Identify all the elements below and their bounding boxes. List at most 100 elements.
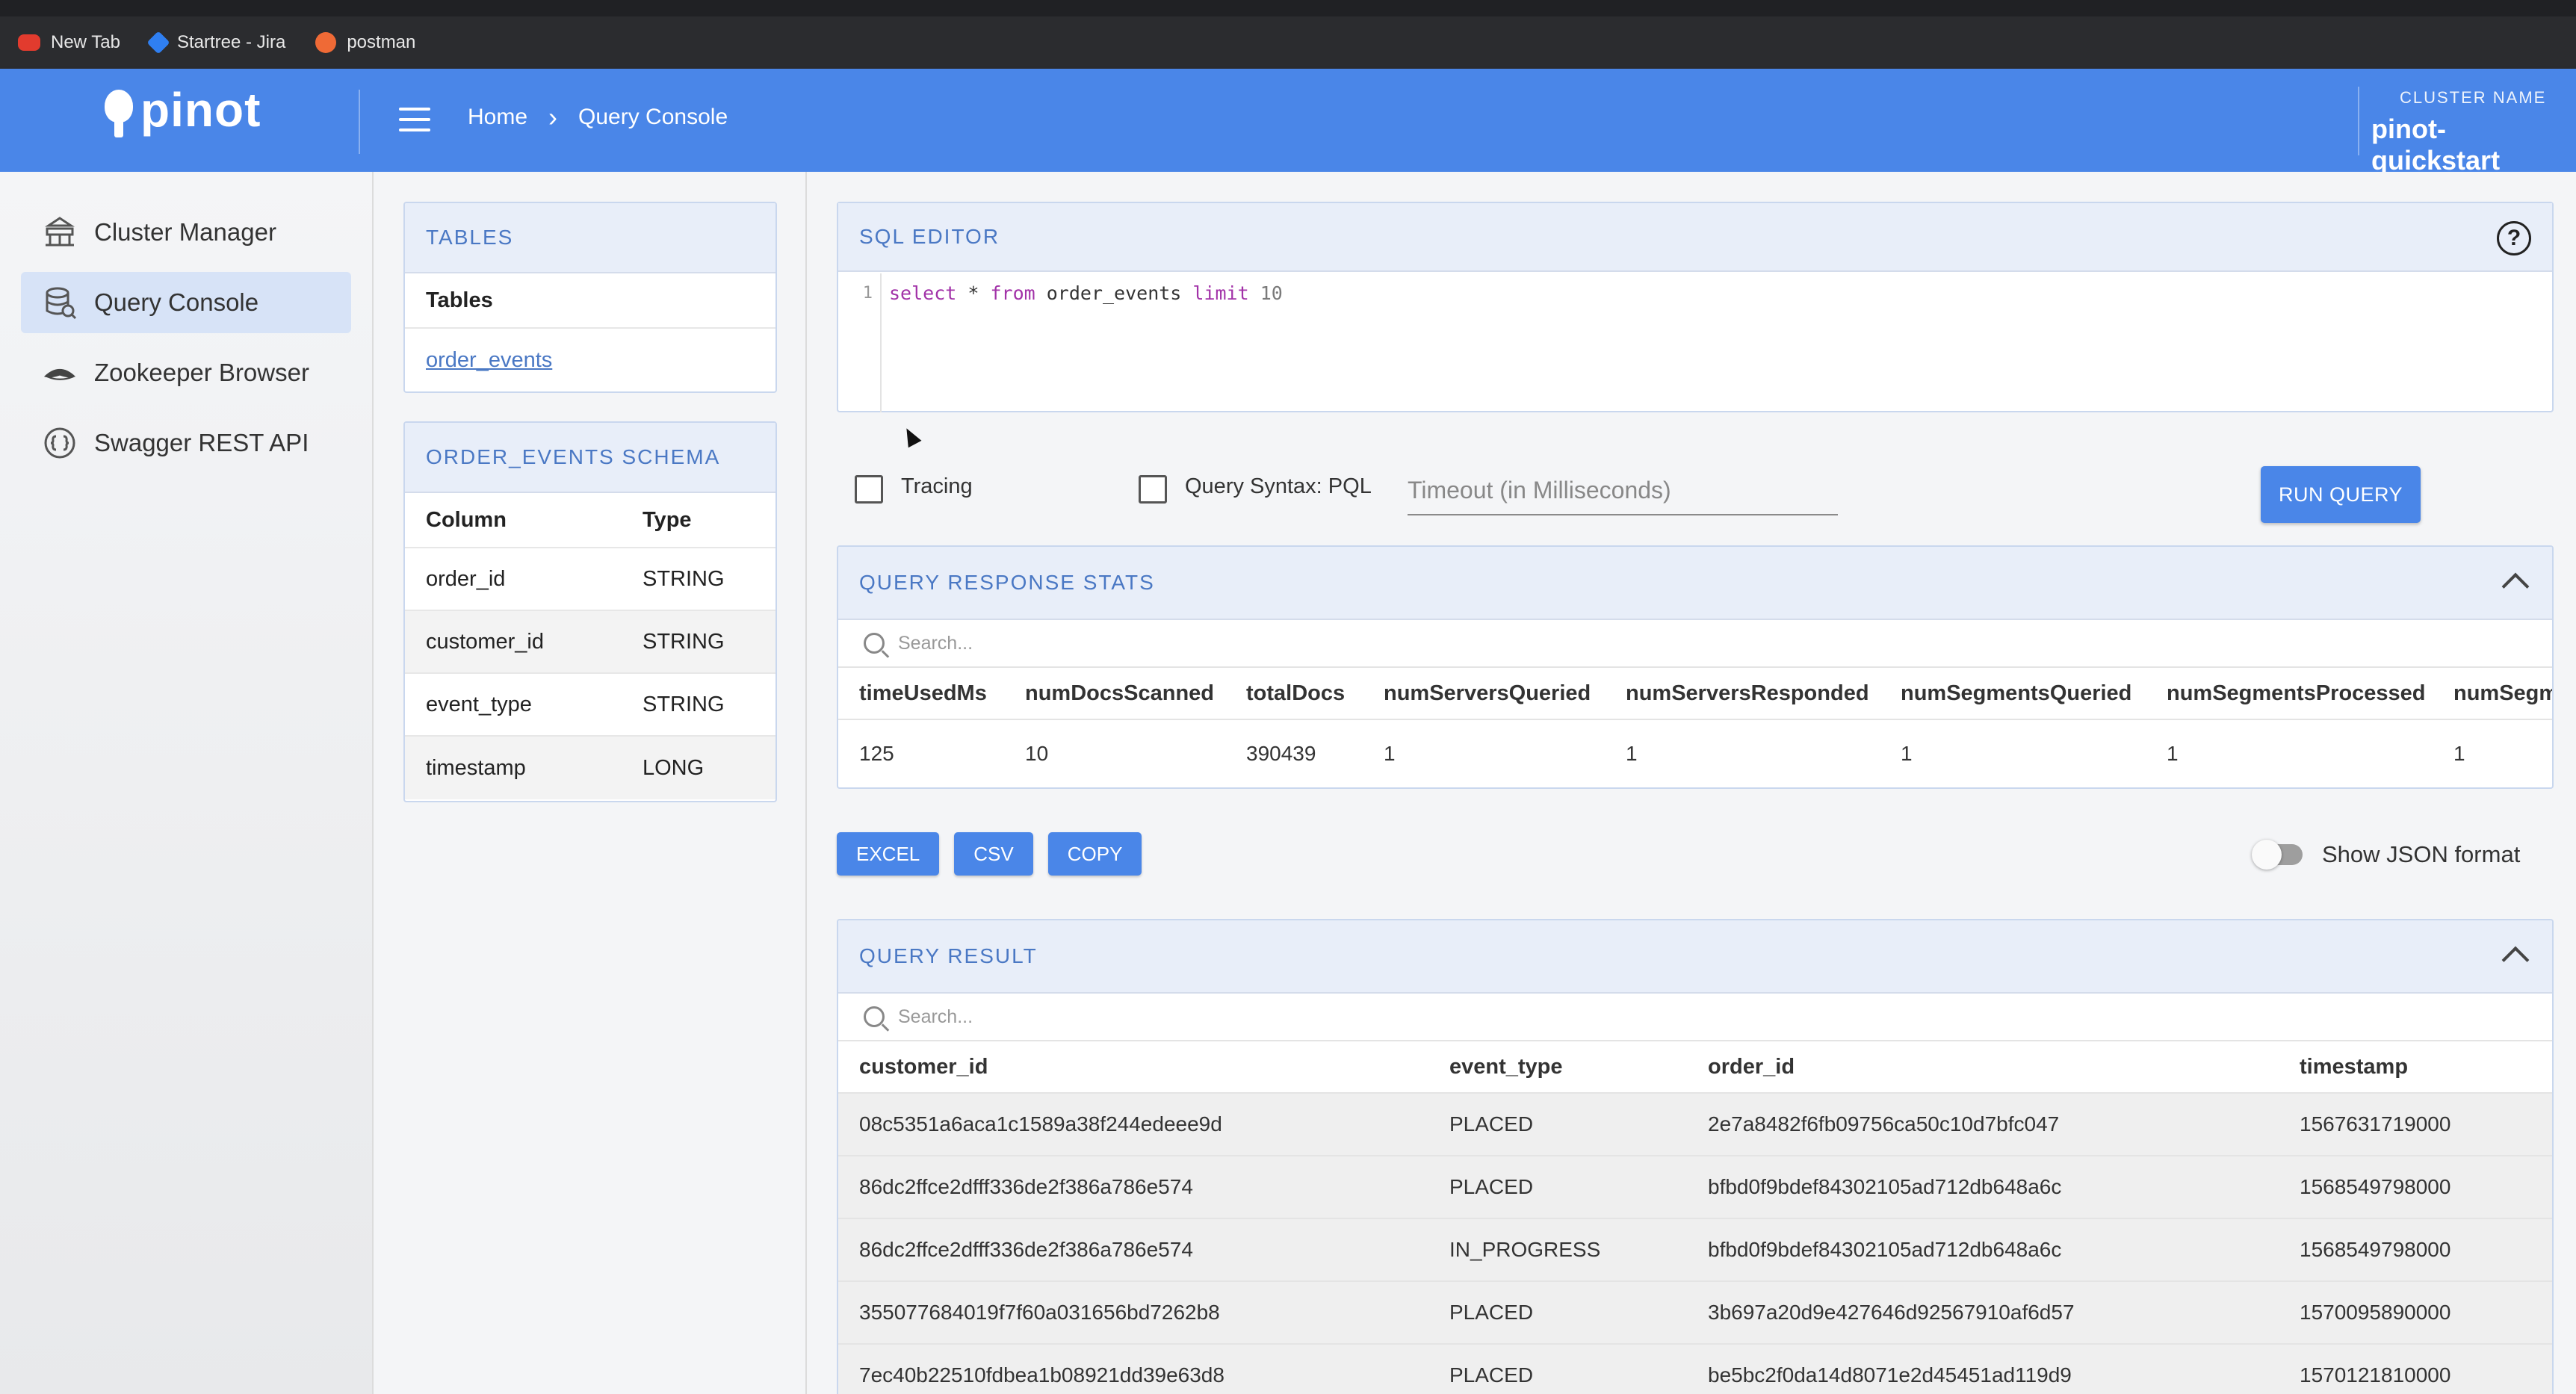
- browser-address-bar: [0, 0, 2576, 16]
- result-cell: 1568549798000: [2300, 1175, 2451, 1198]
- result-header[interactable]: order_id: [1687, 1055, 2279, 1079]
- stats-header: numServersResponded: [1626, 681, 1869, 705]
- cluster-icon: [42, 214, 78, 250]
- pinot-logo-icon: [102, 85, 136, 139]
- tables-panel: TABLES Tables order_events: [403, 202, 777, 393]
- result-header[interactable]: timestamp: [2279, 1055, 2548, 1079]
- query-result-panel: QUERY RESULT Search... customer_id event…: [837, 919, 2554, 1394]
- sidebar-item-cluster-manager[interactable]: Cluster Manager: [21, 202, 351, 263]
- bookmark-label: New Tab: [51, 32, 120, 52]
- stats-header: totalDocs: [1246, 681, 1346, 705]
- breadcrumb: Home › Query Console: [468, 102, 728, 132]
- logo-text: pinot: [140, 83, 261, 137]
- header-divider: [359, 90, 360, 154]
- table-row: customer_id STRING: [405, 611, 775, 674]
- result-cell: 3b697a20d9e427646d92567910af6d57: [1708, 1301, 2075, 1324]
- stats-header: numSegmentsProcessed: [2167, 681, 2426, 705]
- stats-header: timeUsedMs: [859, 681, 987, 705]
- chevron-up-icon[interactable]: [2501, 946, 2530, 974]
- schema-column-type: STRING: [643, 629, 725, 654]
- stats-header-row: timeUsedMs numDocsScanned totalDocs numS…: [838, 668, 2552, 720]
- result-cell: be5bc2f0da14d8071e2d45451ad119d9: [1708, 1363, 2072, 1387]
- schema-column-name: customer_id: [426, 629, 544, 654]
- table-link-order-events[interactable]: order_events: [426, 348, 552, 373]
- sidebar-item-label: Cluster Manager: [94, 218, 276, 246]
- tracing-checkbox[interactable]: Tracing: [855, 474, 973, 504]
- toggle-switch[interactable]: [2252, 840, 2303, 870]
- bookmark-new-tab[interactable]: New Tab: [18, 32, 120, 53]
- schema-column-name: timestamp: [426, 755, 526, 780]
- sidebar-item-zookeeper-browser[interactable]: Zookeeper Browser: [21, 342, 351, 403]
- stats-value: 1: [2453, 742, 2465, 765]
- timeout-input[interactable]: Timeout (in Milliseconds): [1408, 471, 1838, 515]
- help-icon[interactable]: ?: [2497, 221, 2531, 255]
- breadcrumb-home[interactable]: Home: [468, 105, 527, 130]
- pql-label: Query Syntax: PQL: [1185, 474, 1372, 498]
- schema-column-type: LONG: [643, 755, 705, 780]
- tables-column: TABLES Tables order_events ORDER_EVENTS …: [374, 172, 807, 1394]
- table-row: order_id STRING: [405, 548, 775, 611]
- result-header[interactable]: customer_id: [838, 1055, 1428, 1079]
- pql-checkbox[interactable]: Query Syntax: PQL: [1139, 474, 1372, 504]
- chevron-up-icon[interactable]: [2501, 572, 2530, 601]
- result-cell: 1568549798000: [2300, 1238, 2451, 1261]
- search-icon: [864, 633, 885, 654]
- sidebar-item-query-console[interactable]: Query Console: [21, 272, 351, 333]
- schema-column-type: STRING: [643, 692, 725, 716]
- breadcrumb-current: Query Console: [578, 105, 728, 129]
- panel-title: QUERY RESPONSE STATS: [859, 571, 1155, 594]
- tracing-label: Tracing: [901, 474, 973, 498]
- stats-header: numServersQueried: [1384, 681, 1591, 705]
- table-row: 86dc2ffce2dfff336de2f386a786e574 PLACED …: [838, 1156, 2552, 1219]
- query-response-stats-panel: QUERY RESPONSE STATS Search... timeUsedM…: [837, 545, 2554, 789]
- json-toggle-label: Show JSON format: [2322, 841, 2521, 867]
- result-cell: 355077684019f7f60a031656bd7262b8: [859, 1301, 1220, 1324]
- copy-button[interactable]: COPY: [1047, 832, 1142, 876]
- result-cell: 1570121810000: [2300, 1363, 2451, 1387]
- zookeeper-icon: [42, 355, 78, 391]
- table-row[interactable]: order_events: [405, 329, 775, 391]
- sql-code-input[interactable]: select * from order_events limit 10: [889, 282, 1283, 304]
- sidebar-item-label: Zookeeper Browser: [94, 359, 309, 386]
- schema-column-name: order_id: [426, 566, 506, 591]
- checkbox-icon[interactable]: [855, 475, 883, 504]
- sidebar-item-swagger-rest-api[interactable]: Swagger REST API: [21, 412, 351, 474]
- result-cell: bfbd0f9bdef84302105ad712db648a6c: [1708, 1175, 2062, 1198]
- bookmarks-bar: New Tab Startree - Jira postman: [0, 16, 2576, 69]
- run-query-button[interactable]: RUN QUERY: [2261, 466, 2421, 523]
- app-header: pinot Home › Query Console CLUSTER NAME …: [0, 69, 2576, 176]
- result-cell: 2e7a8482f6fb09756ca50c10d7bfc047: [1708, 1112, 2060, 1136]
- result-cell: PLACED: [1449, 1112, 1534, 1136]
- table-row: 355077684019f7f60a031656bd7262b8 PLACED …: [838, 1282, 2552, 1345]
- stats-value: 125: [859, 742, 894, 765]
- menu-icon[interactable]: [399, 108, 430, 131]
- chevron-right-icon: ›: [548, 102, 558, 132]
- csv-button[interactable]: CSV: [954, 832, 1033, 876]
- checkbox-icon[interactable]: [1139, 475, 1167, 504]
- schema-header-row: Column Type: [405, 493, 775, 548]
- type-header: Type: [643, 507, 692, 532]
- json-format-toggle[interactable]: Show JSON format: [2252, 840, 2521, 870]
- cluster-name: pinot-quickstart: [2371, 114, 2501, 176]
- bookmark-jira[interactable]: Startree - Jira: [146, 31, 285, 55]
- stats-search-input[interactable]: Search...: [838, 620, 2552, 668]
- line-number-gutter: 1: [838, 273, 882, 412]
- bookmark-postman[interactable]: postman: [315, 32, 415, 53]
- bookmark-label: postman: [347, 32, 416, 52]
- result-cell: 86dc2ffce2dfff336de2f386a786e574: [859, 1175, 1193, 1198]
- pinot-logo[interactable]: pinot: [102, 83, 261, 139]
- excel-button[interactable]: EXCEL: [837, 832, 940, 876]
- schema-panel: ORDER_EVENTS SCHEMA Column Type order_id…: [403, 421, 777, 802]
- cluster-label: CLUSTER NAME: [2400, 88, 2547, 107]
- panel-title: QUERY RESULT: [859, 944, 1038, 967]
- result-cell: 1567631719000: [2300, 1112, 2451, 1136]
- stats-value: 1: [2167, 742, 2179, 765]
- result-cell: PLACED: [1449, 1363, 1534, 1387]
- result-header[interactable]: event_type: [1428, 1055, 1687, 1079]
- query-column: SQL EDITOR ? 1 select * from order_event…: [807, 172, 2576, 1394]
- column-header: Column: [426, 507, 507, 532]
- result-search-input[interactable]: Search...: [838, 994, 2552, 1041]
- header-divider: [2358, 87, 2359, 155]
- stats-value: 390439: [1246, 742, 1316, 765]
- sidebar-item-label: Swagger REST API: [94, 429, 309, 456]
